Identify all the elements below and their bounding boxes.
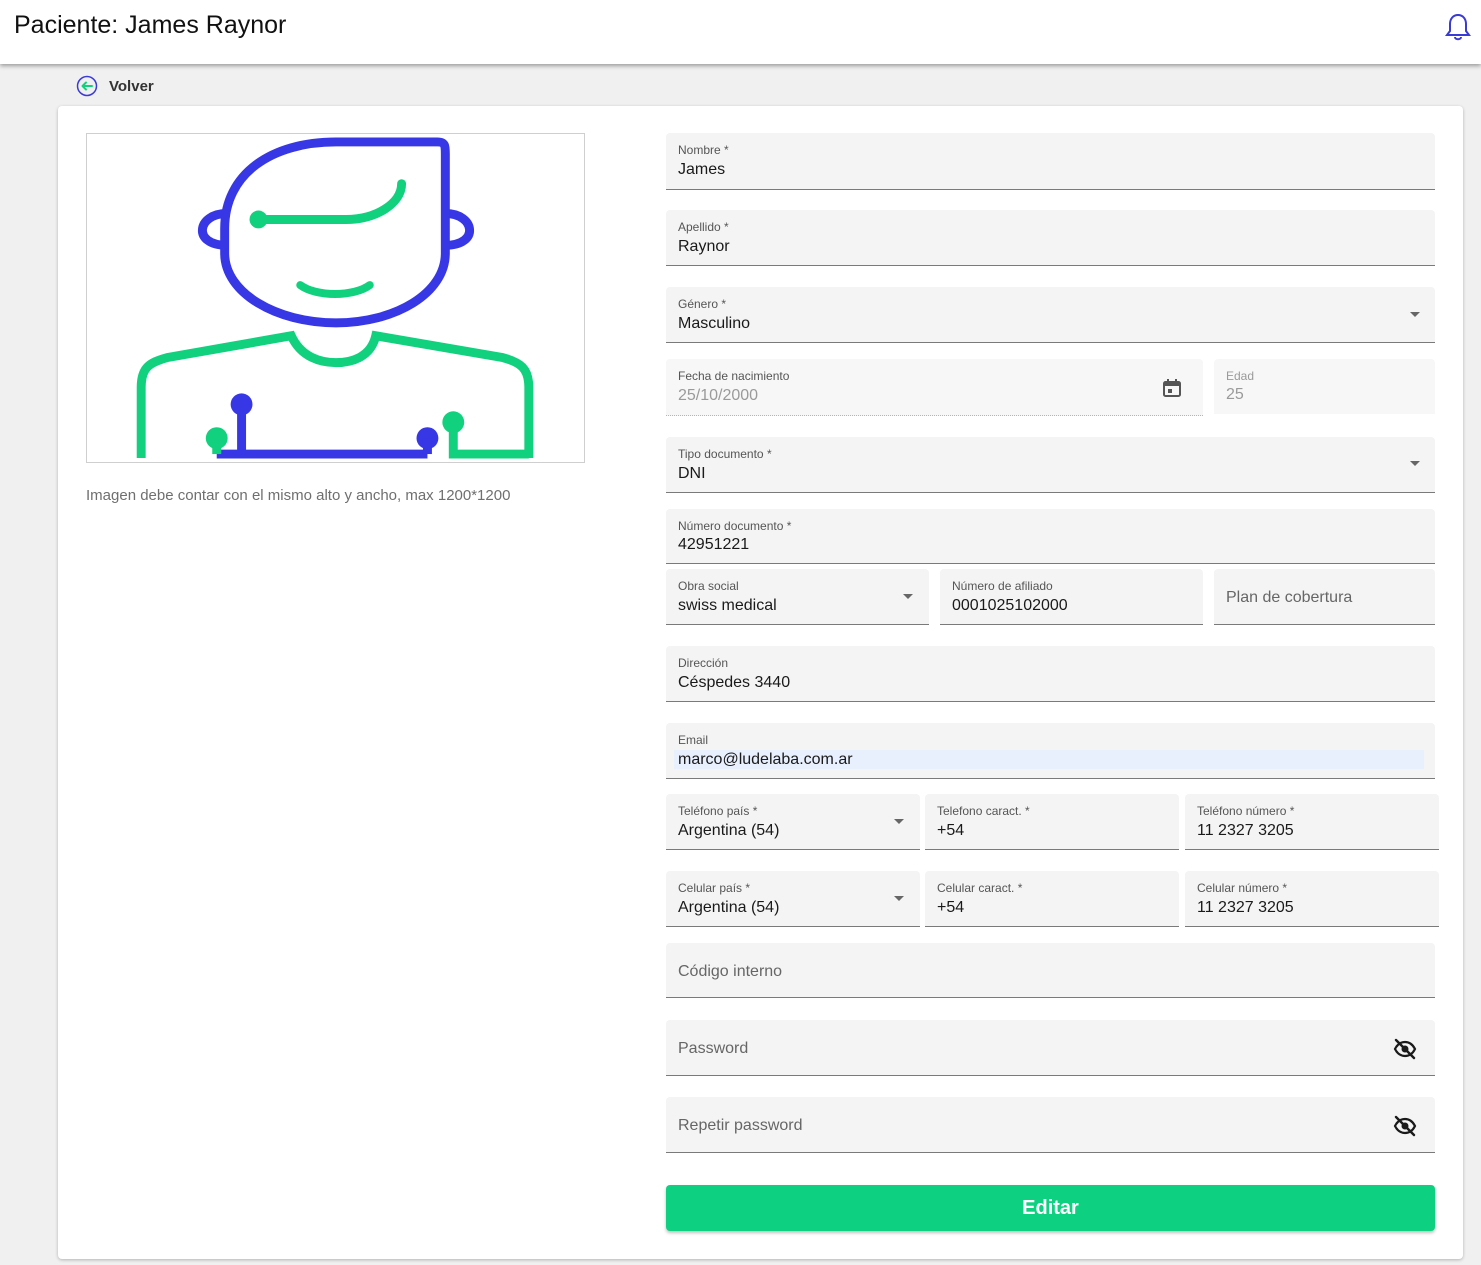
genero-value: Masculino <box>678 315 751 332</box>
fecha-nacimiento-field: Fecha de nacimiento 25/10/2000 <box>666 359 1203 416</box>
plan-cobertura-placeholder: Plan de cobertura <box>1226 589 1353 606</box>
repetir-password-field[interactable]: Repetir password <box>666 1097 1435 1153</box>
celular-numero-field[interactable]: Celular número * 11 2327 3205 <box>1185 871 1439 927</box>
arrow-left-circle-icon <box>76 75 98 97</box>
tipo-documento-value: DNI <box>678 465 706 482</box>
chevron-down-icon <box>1410 461 1420 466</box>
bell-icon[interactable] <box>1444 12 1472 42</box>
telefono-numero-field[interactable]: Teléfono número * 11 2327 3205 <box>1185 794 1439 850</box>
eye-off-icon[interactable] <box>1393 1038 1417 1060</box>
password-placeholder: Password <box>678 1040 749 1057</box>
chevron-down-icon <box>903 594 913 599</box>
telefono-numero-label: Teléfono número * <box>1197 804 1295 818</box>
edad-label: Edad <box>1226 369 1255 383</box>
celular-numero-value: 11 2327 3205 <box>1197 899 1294 916</box>
numero-documento-field[interactable]: Número documento * 42951221 <box>666 509 1435 564</box>
telefono-pais-label: Teléfono país * <box>678 804 758 818</box>
obra-social-label: Obra social <box>678 579 739 593</box>
chevron-down-icon <box>894 896 904 901</box>
celular-pais-label: Celular país * <box>678 881 751 895</box>
celular-pais-select[interactable]: Celular país * Argentina (54) <box>666 871 920 927</box>
celular-caract-field[interactable]: Celular caract. * +54 <box>925 871 1179 927</box>
repetir-password-placeholder: Repetir password <box>678 1117 803 1134</box>
codigo-interno-placeholder: Código interno <box>678 963 783 980</box>
plan-cobertura-field[interactable]: Plan de cobertura <box>1214 569 1435 625</box>
numero-documento-label: Número documento * <box>678 519 792 533</box>
codigo-interno-field[interactable]: Código interno <box>666 943 1435 998</box>
celular-numero-label: Celular número * <box>1197 881 1288 895</box>
email-label: Email <box>678 733 709 747</box>
telefono-caract-field[interactable]: Telefono caract. * +54 <box>925 794 1179 850</box>
numero-afiliado-label: Número de afiliado <box>952 579 1053 593</box>
fecha-nacimiento-value: 25/10/2000 <box>678 387 759 404</box>
edad-field: Edad 25 <box>1214 359 1435 414</box>
tipo-documento-select[interactable]: Tipo documento * DNI <box>666 437 1435 493</box>
apellido-value: Raynor <box>678 238 730 255</box>
numero-afiliado-value: 0001025102000 <box>952 597 1068 614</box>
telefono-caract-label: Telefono caract. * <box>937 804 1030 818</box>
chevron-down-icon <box>1410 312 1420 317</box>
celular-pais-value: Argentina (54) <box>678 899 780 916</box>
telefono-caract-value: +54 <box>937 822 965 839</box>
telefono-pais-value: Argentina (54) <box>678 822 780 839</box>
edit-button[interactable]: Editar <box>666 1185 1435 1231</box>
genero-select[interactable]: Género * Masculino <box>666 287 1435 343</box>
apellido-field[interactable]: Apellido * Raynor <box>666 210 1435 266</box>
chevron-down-icon <box>894 819 904 824</box>
back-label: Volver <box>109 77 154 95</box>
eye-off-icon[interactable] <box>1393 1115 1417 1137</box>
numero-afiliado-field[interactable]: Número de afiliado 0001025102000 <box>940 569 1203 625</box>
top-bar: Paciente: James Raynor <box>0 0 1481 64</box>
photo-hint: Imagen debe contar con el mismo alto y a… <box>86 487 511 504</box>
email-value: marco@ludelaba.com.ar <box>678 751 853 768</box>
celular-caract-value: +54 <box>937 899 965 916</box>
direccion-label: Dirección <box>678 656 729 670</box>
nombre-label: Nombre * <box>678 143 729 157</box>
tipo-documento-label: Tipo documento * <box>678 447 772 461</box>
back-link[interactable]: Volver <box>76 75 154 97</box>
apellido-label: Apellido * <box>678 220 729 234</box>
avatar-illustration <box>136 137 534 459</box>
nombre-field[interactable]: Nombre * James <box>666 133 1435 190</box>
obra-social-select[interactable]: Obra social swiss medical <box>666 569 929 625</box>
page-title: Paciente: James Raynor <box>14 11 287 39</box>
email-field[interactable]: Email marco@ludelaba.com.ar <box>666 723 1435 779</box>
obra-social-value: swiss medical <box>678 597 777 614</box>
numero-documento-value: 42951221 <box>678 536 750 553</box>
calendar-icon[interactable] <box>1162 378 1182 398</box>
patient-photo[interactable] <box>86 133 585 463</box>
telefono-numero-value: 11 2327 3205 <box>1197 822 1294 839</box>
edad-value: 25 <box>1226 386 1244 403</box>
genero-label: Género * <box>678 297 727 311</box>
password-field[interactable]: Password <box>666 1020 1435 1076</box>
nombre-value: James <box>678 161 726 178</box>
fecha-nacimiento-label: Fecha de nacimiento <box>678 369 790 383</box>
direccion-value: Céspedes 3440 <box>678 674 791 691</box>
telefono-pais-select[interactable]: Teléfono país * Argentina (54) <box>666 794 920 850</box>
celular-caract-label: Celular caract. * <box>937 881 1023 895</box>
direccion-field[interactable]: Dirección Céspedes 3440 <box>666 646 1435 702</box>
